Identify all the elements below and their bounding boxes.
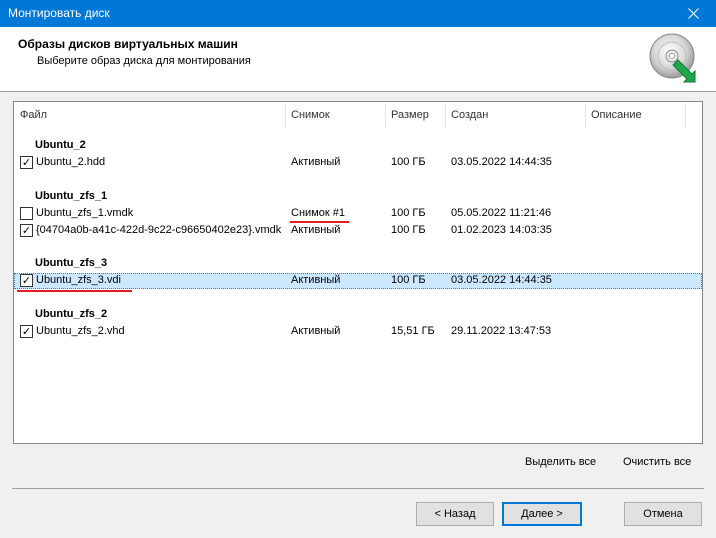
- column-file[interactable]: Файл: [14, 102, 285, 129]
- row-size: 100 ГБ: [391, 274, 426, 286]
- row-checkbox[interactable]: ✓: [20, 156, 33, 169]
- column-separator: [685, 104, 686, 128]
- group-header: Ubuntu_zfs_3: [35, 257, 108, 269]
- row-checkbox[interactable]: ✓: [20, 274, 33, 287]
- back-button[interactable]: < Назад: [416, 502, 494, 526]
- header-title: Образы дисков виртуальных машин: [18, 37, 238, 51]
- wizard-header: Образы дисков виртуальных машин Выберите…: [0, 27, 716, 92]
- row-file: Ubuntu_zfs_1.vmdk: [36, 207, 134, 219]
- column-size[interactable]: Размер: [385, 102, 445, 129]
- row-snapshot: Снимок #1: [291, 207, 345, 219]
- group-header: Ubuntu_zfs_1: [35, 190, 108, 202]
- cancel-button[interactable]: Отмена: [624, 502, 702, 526]
- row-size: 15,51 ГБ: [391, 325, 435, 337]
- window-title: Монтировать диск: [8, 6, 110, 20]
- row-file: Ubuntu_zfs_2.vhd: [36, 325, 125, 337]
- column-description[interactable]: Описание: [585, 102, 685, 129]
- row-size: 100 ГБ: [391, 224, 426, 236]
- next-button[interactable]: Далее >: [502, 502, 582, 526]
- checkmark-icon: ✓: [21, 225, 32, 237]
- row-created: 03.05.2022 14:44:35: [451, 156, 552, 168]
- header-subtitle: Выберите образ диска для монтирования: [37, 55, 251, 67]
- row-file: {04704a0b-a41c-422d-9c22-c96650402e23}.v…: [36, 224, 282, 236]
- row-checkbox[interactable]: [20, 207, 33, 220]
- row-snapshot: Активный: [291, 224, 341, 236]
- checkmark-icon: ✓: [21, 157, 32, 169]
- group-header: Ubuntu_zfs_2: [35, 308, 108, 320]
- table-row[interactable]: ✓ Ubuntu_2.hdd Активный 100 ГБ 03.05.202…: [14, 155, 702, 171]
- disk-image-list[interactable]: Файл Снимок Размер Создан Описание Ubunt…: [13, 101, 703, 444]
- row-snapshot: Активный: [291, 274, 341, 286]
- checkmark-icon: ✓: [21, 275, 32, 287]
- column-snapshot[interactable]: Снимок: [285, 102, 385, 129]
- wizard-body: Файл Снимок Размер Создан Описание Ubunt…: [0, 92, 716, 538]
- close-icon: [687, 8, 699, 19]
- checkmark-icon: ✓: [21, 326, 32, 338]
- table-row[interactable]: ✓ Ubuntu_zfs_2.vhd Активный 15,51 ГБ 29.…: [14, 324, 702, 340]
- row-file: Ubuntu_2.hdd: [36, 156, 106, 168]
- row-created: 29.11.2022 13:47:53: [451, 325, 552, 337]
- row-snapshot: Активный: [291, 156, 341, 168]
- row-snapshot: Активный: [291, 325, 341, 337]
- title-bar: Монтировать диск: [0, 0, 716, 27]
- row-created: 01.02.2023 14:03:35: [451, 224, 552, 236]
- file-highlight-underline: [17, 290, 132, 292]
- row-file: Ubuntu_zfs_3.vdi: [36, 274, 121, 286]
- footer-divider: [12, 488, 704, 489]
- row-created: 05.05.2022 11:21:46: [451, 207, 552, 219]
- list-header: Файл Снимок Размер Создан Описание: [14, 102, 702, 129]
- row-size: 100 ГБ: [391, 207, 426, 219]
- table-row[interactable]: ✓ {04704a0b-a41c-422d-9c22-c96650402e23}…: [14, 223, 702, 239]
- select-all-button[interactable]: Выделить все: [525, 456, 596, 468]
- table-row[interactable]: Ubuntu_zfs_1.vmdk Снимок #1 100 ГБ 05.05…: [14, 206, 702, 222]
- table-row-selected[interactable]: ✓ Ubuntu_zfs_3.vdi Активный 100 ГБ 03.05…: [14, 273, 702, 289]
- row-checkbox[interactable]: ✓: [20, 325, 33, 338]
- row-created: 03.05.2022 14:44:35: [451, 274, 552, 286]
- disc-mount-icon: [649, 33, 696, 83]
- row-size: 100 ГБ: [391, 156, 426, 168]
- column-created[interactable]: Создан: [445, 102, 585, 129]
- row-checkbox[interactable]: ✓: [20, 224, 33, 237]
- clear-all-button[interactable]: Очистить все: [623, 456, 691, 468]
- group-header: Ubuntu_2: [35, 139, 86, 151]
- close-button[interactable]: [670, 0, 716, 27]
